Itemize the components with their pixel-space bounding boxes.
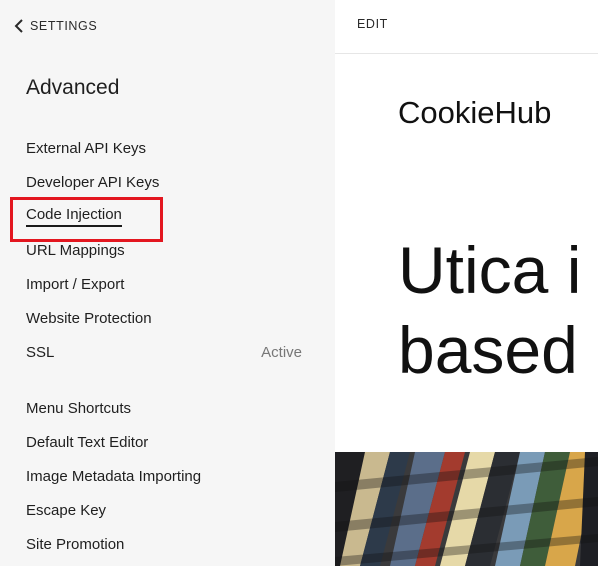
menu-item-menu-shortcuts[interactable]: Menu Shortcuts: [26, 396, 316, 420]
menu-item-label: Developer API Keys: [26, 173, 160, 191]
section-title: Advanced: [26, 76, 120, 99]
menu-item-import-export[interactable]: Import / Export: [26, 272, 316, 296]
menu-item-external-api-keys[interactable]: External API Keys: [26, 136, 316, 160]
hero-line-2: based: [398, 313, 578, 387]
menu-item-image-metadata-importing[interactable]: Image Metadata Importing: [26, 464, 316, 488]
menu-item-site-promotion[interactable]: Site Promotion: [26, 532, 316, 556]
highlight-annotation-box: [10, 197, 163, 242]
chevron-left-icon: [14, 19, 23, 33]
menu-item-label: Import / Export: [26, 275, 125, 293]
site-name[interactable]: CookieHub: [398, 95, 551, 131]
back-label: SETTINGS: [30, 19, 98, 33]
menu-item-label: Default Text Editor: [26, 433, 149, 451]
menu-item-label: Image Metadata Importing: [26, 467, 202, 485]
hero-heading: Utica i based: [398, 230, 581, 390]
menu-item-label: URL Mappings: [26, 241, 125, 259]
edit-bar: EDIT: [335, 0, 598, 54]
menu-item-escape-key[interactable]: Escape Key: [26, 498, 316, 522]
menu-item-label: Escape Key: [26, 501, 107, 519]
hero-line-1: Utica i: [398, 233, 582, 307]
menu-item-label: Website Protection: [26, 309, 152, 327]
back-to-settings-link[interactable]: SETTINGS: [14, 17, 97, 35]
site-preview: EDIT CookieHub Utica i based: [335, 0, 598, 566]
hero-image: [335, 452, 598, 566]
ssl-status: Active: [261, 343, 302, 361]
menu-item-developer-api-keys[interactable]: Developer API Keys: [26, 170, 316, 194]
building-facade-image: [335, 452, 598, 566]
menu-item-default-text-editor[interactable]: Default Text Editor: [26, 430, 316, 454]
menu-item-label: Menu Shortcuts: [26, 399, 132, 417]
menu-item-label: SSL: [26, 343, 55, 361]
menu-item-label: External API Keys: [26, 139, 147, 157]
menu-item-website-protection[interactable]: Website Protection: [26, 306, 316, 330]
settings-sidebar: SETTINGS Advanced External API Keys Deve…: [0, 0, 335, 566]
menu-item-ssl[interactable]: SSL Active: [26, 340, 316, 364]
edit-button[interactable]: EDIT: [357, 17, 388, 31]
menu-item-label: Site Promotion: [26, 535, 125, 553]
